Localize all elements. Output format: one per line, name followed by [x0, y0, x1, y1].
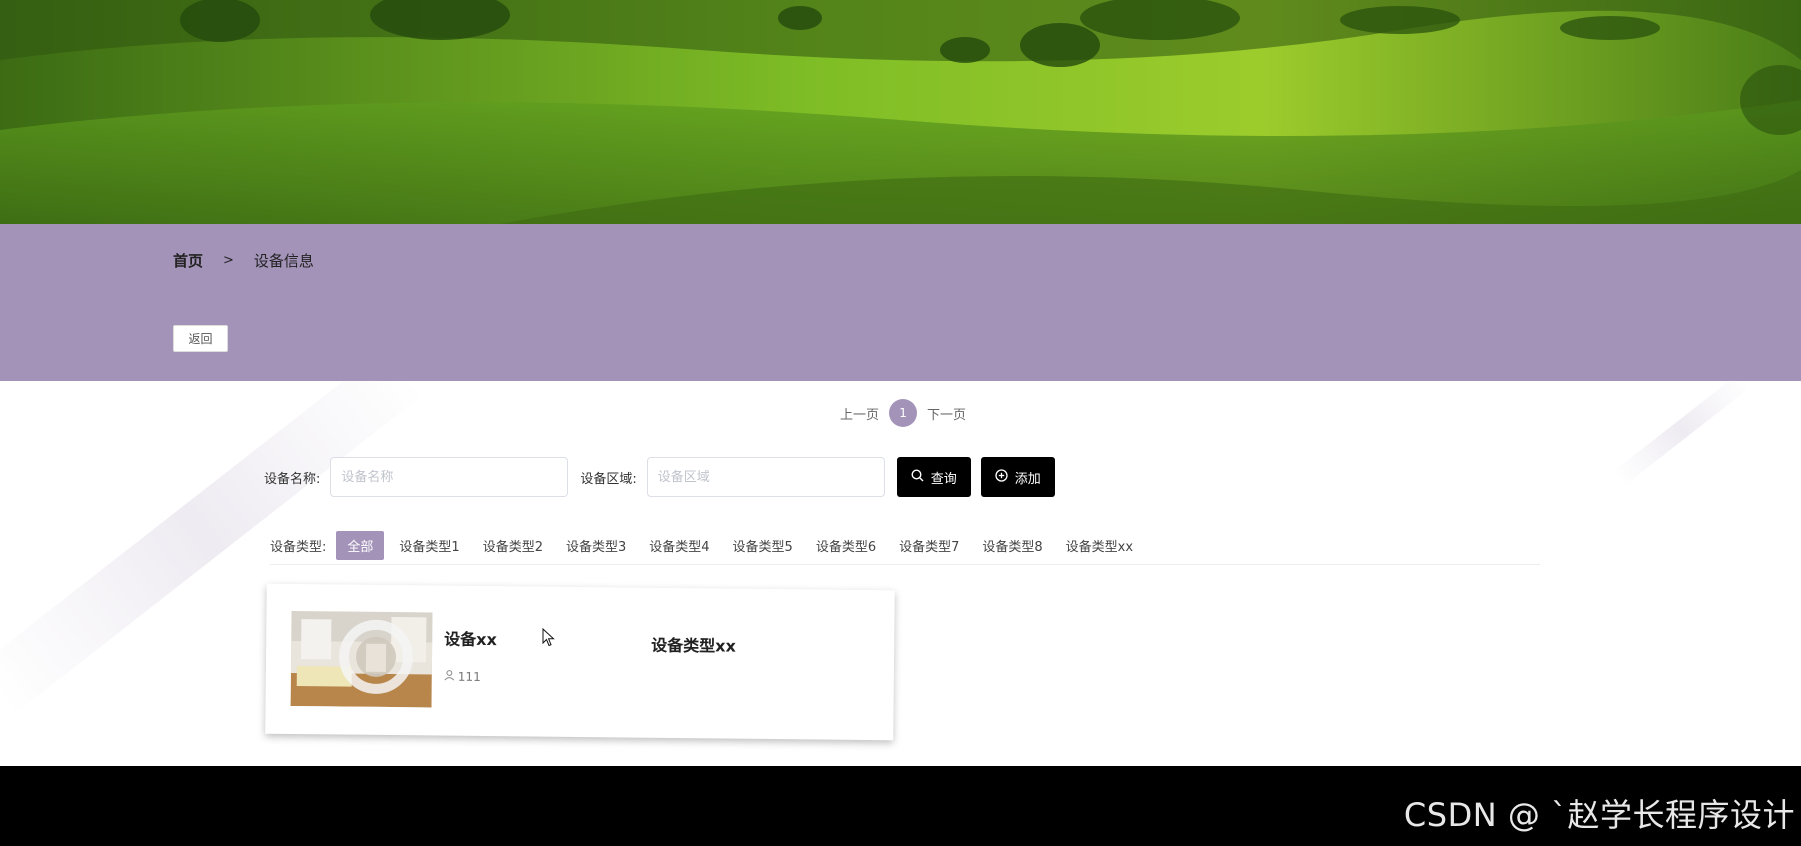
type-tag[interactable]: 设备类型6 [811, 532, 881, 559]
decorative-stripe [1612, 381, 1750, 487]
user-icon [444, 670, 455, 684]
breadcrumb-current: 设备信息 [253, 252, 314, 270]
type-filter-label: 设备类型: [270, 540, 327, 555]
watermark-text: CSDN @ ˋ赵学长程序设计 [1403, 796, 1795, 834]
type-tag[interactable]: 设备类型7 [894, 532, 964, 559]
breadcrumb-home[interactable]: 首页 [173, 250, 203, 271]
hero-banner [0, 0, 1801, 224]
breadcrumb-band: 首页 > 设备信息 返回 [0, 224, 1801, 381]
device-thumbnail[interactable] [290, 610, 433, 708]
breadcrumb-separator: > [223, 253, 234, 268]
next-page-button[interactable]: 下一页 [927, 404, 966, 423]
device-name: 设备xx [444, 629, 497, 650]
main-content: 上一页 1 下一页 设备名称: 设备区域: 查询 添加 设备类型: 全部 设备类… [0, 381, 1801, 766]
type-tag[interactable]: 设备类型5 [728, 532, 798, 559]
device-name-label: 设备名称: [264, 471, 321, 487]
pagination: 上一页 1 下一页 [840, 399, 966, 427]
type-tag[interactable]: 设备类型2 [478, 532, 548, 559]
query-button-label: 查询 [930, 471, 957, 487]
device-card[interactable]: 设备xx 111 设备类型xx [265, 583, 895, 741]
type-tag[interactable]: 设备类型4 [644, 532, 714, 559]
add-button-label: 添加 [1014, 471, 1041, 487]
device-area-label: 设备区域: [580, 471, 637, 487]
add-button[interactable]: 添加 [980, 457, 1055, 497]
meadow-image [0, 0, 1801, 224]
device-count: 111 [444, 670, 481, 684]
prev-page-button[interactable]: 上一页 [840, 404, 879, 423]
page-number[interactable]: 1 [889, 399, 918, 427]
type-tag[interactable]: 设备类型3 [561, 532, 631, 559]
type-tag[interactable]: 设备类型xx [1061, 532, 1138, 559]
type-filter: 设备类型: 全部 设备类型1 设备类型2 设备类型3 设备类型4 设备类型5 设… [270, 531, 1540, 565]
device-count-value: 111 [457, 669, 481, 684]
query-button[interactable]: 查询 [896, 457, 971, 497]
breadcrumb: 首页 > 设备信息 [173, 250, 314, 271]
footer: CSDN @ ˋ赵学长程序设计 [0, 766, 1801, 846]
mouse-cursor-icon [542, 627, 556, 653]
type-tag[interactable]: 设备类型1 [394, 532, 464, 559]
search-icon [911, 468, 924, 486]
device-area-input[interactable] [646, 457, 885, 497]
search-form: 设备名称: 设备区域: 查询 添加 [264, 457, 1065, 497]
type-tag[interactable]: 设备类型8 [977, 532, 1047, 559]
type-tag-all[interactable]: 全部 [336, 531, 385, 560]
plus-circle-icon [995, 468, 1008, 486]
device-type: 设备类型xx [651, 635, 736, 656]
device-name-input[interactable] [330, 457, 569, 497]
back-button[interactable]: 返回 [173, 325, 228, 352]
